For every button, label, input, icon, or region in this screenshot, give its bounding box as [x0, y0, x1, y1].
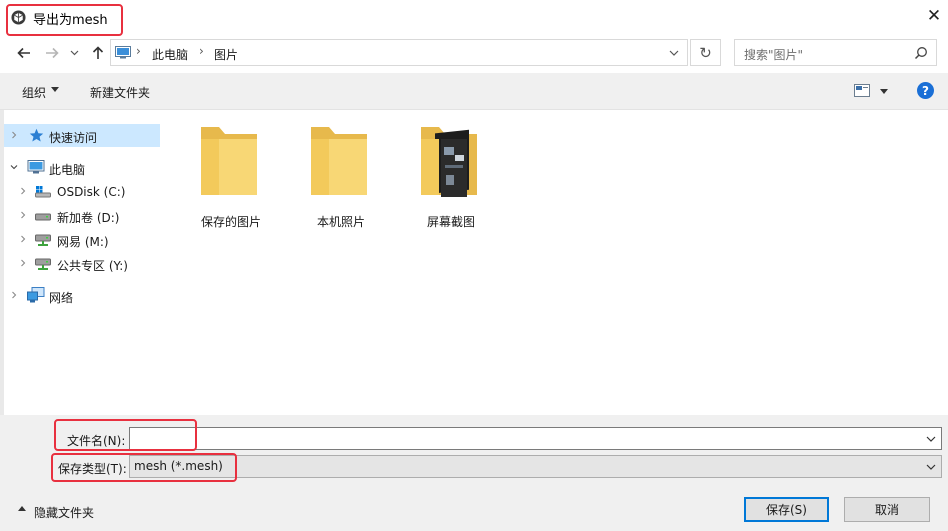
- breadcrumb-this-pc[interactable]: 此电脑: [152, 46, 188, 63]
- pane-edge: [0, 110, 4, 415]
- refresh-button[interactable]: ↻: [690, 39, 721, 66]
- save-button[interactable]: 保存(S): [744, 497, 829, 522]
- chevron-right-icon[interactable]: [10, 131, 18, 139]
- filetype-highlight: [51, 453, 237, 482]
- search-placeholder: 搜索"图片": [744, 48, 804, 62]
- refresh-icon: ↻: [699, 43, 712, 62]
- back-button[interactable]: [12, 40, 36, 66]
- filename-highlight: [54, 419, 197, 451]
- sidebar-item-label: OSDisk (C:): [57, 185, 126, 199]
- chevron-down-icon: [669, 50, 679, 56]
- arrow-right-icon: [46, 47, 59, 59]
- sidebar-item-label: 网易 (M:): [57, 235, 109, 249]
- arrow-left-icon: [17, 47, 30, 59]
- list-item[interactable]: 保存的图片: [182, 120, 282, 235]
- star-icon: [29, 128, 44, 142]
- forward-button[interactable]: [40, 40, 64, 66]
- sidebar-item-label: 新加卷 (D:): [57, 211, 120, 225]
- hide-folders-toggle[interactable]: 隐藏文件夹: [34, 504, 94, 521]
- drive-icon: [35, 213, 51, 221]
- chevron-right-icon[interactable]: [19, 235, 27, 243]
- sidebar-item-label: 此电脑: [49, 163, 86, 177]
- filename-field[interactable]: [129, 427, 942, 450]
- close-icon[interactable]: ✕: [920, 2, 948, 30]
- network-drive-icon: [35, 258, 51, 270]
- organize-button[interactable]: 组织: [22, 84, 46, 101]
- filename-dropdown[interactable]: [920, 427, 942, 450]
- chevron-right-icon[interactable]: [10, 291, 18, 299]
- caret-down-icon[interactable]: [880, 89, 888, 94]
- caret-up-icon[interactable]: [18, 506, 26, 511]
- sidebar-item-label: 公共专区 (Y:): [57, 259, 128, 273]
- list-item[interactable]: 屏幕截图: [402, 120, 502, 235]
- sidebar-item-label: 快速访问: [49, 131, 98, 145]
- chevron-right-icon[interactable]: [19, 211, 27, 219]
- title-highlight: [6, 4, 123, 36]
- breadcrumb-pictures[interactable]: 图片: [214, 46, 238, 63]
- network-icon: [27, 287, 45, 303]
- breadcrumb-separator: ›: [199, 44, 204, 58]
- view-options-icon[interactable]: [854, 84, 870, 97]
- chevron-right-icon[interactable]: [19, 187, 27, 195]
- new-folder-button[interactable]: 新建文件夹: [90, 84, 150, 101]
- chevron-down-icon: [926, 464, 936, 470]
- breadcrumb-separator: ›: [136, 44, 141, 58]
- chevron-down-icon[interactable]: [10, 163, 18, 171]
- file-name: 本机照片: [316, 215, 365, 229]
- sidebar-item-label: 网络: [49, 291, 74, 305]
- list-item[interactable]: 本机照片: [292, 120, 392, 235]
- save-dialog: 导出为mesh ✕ › 此电脑 › 图片 ↻ 搜索"图片" 组织 新建文件夹 ?…: [0, 0, 948, 531]
- help-icon[interactable]: ?: [917, 82, 934, 99]
- filetype-select[interactable]: [129, 455, 942, 478]
- search-icon[interactable]: [914, 46, 928, 60]
- system-drive-icon: [35, 186, 51, 198]
- pc-icon: [115, 46, 131, 59]
- filetype-dropdown[interactable]: [920, 455, 942, 478]
- cancel-button[interactable]: 取消: [844, 497, 930, 522]
- arrow-up-icon: [92, 46, 104, 59]
- address-bar[interactable]: [110, 39, 688, 66]
- file-name: 保存的图片: [200, 215, 261, 229]
- address-dropdown[interactable]: [660, 39, 688, 66]
- folder-icon: [201, 127, 257, 195]
- file-name: 屏幕截图: [426, 215, 475, 229]
- computer-icon: [27, 160, 45, 174]
- folder-screenshots-icon: [421, 127, 477, 197]
- up-button[interactable]: [86, 40, 110, 66]
- chevron-down-icon: [926, 436, 936, 442]
- chevron-right-icon[interactable]: [19, 259, 27, 267]
- caret-down-icon: [51, 87, 59, 92]
- chevron-down-icon: [70, 50, 78, 56]
- folder-icon: [311, 127, 367, 195]
- network-drive-icon: [35, 234, 51, 246]
- recent-locations-button[interactable]: [66, 40, 82, 66]
